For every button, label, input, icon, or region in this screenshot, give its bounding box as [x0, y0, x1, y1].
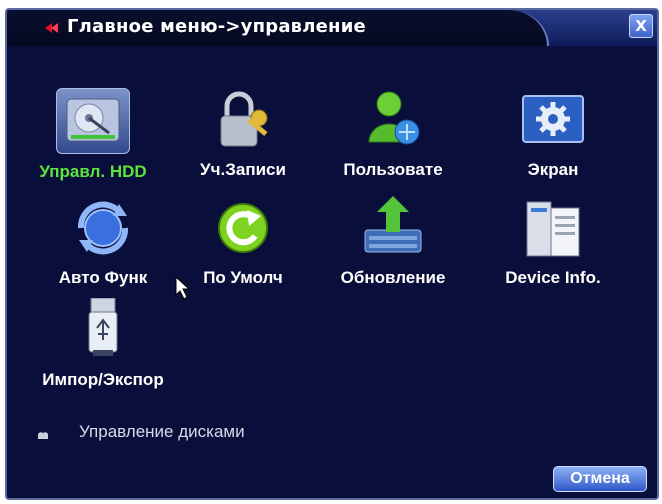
tile-label: Экран — [527, 160, 579, 179]
tile-hdd-management[interactable]: Управл. HDD — [28, 88, 158, 182]
tile-label: Управл. HDD — [39, 162, 147, 181]
tile-default[interactable]: По Умолч — [178, 196, 308, 288]
status-description: Управление дисками — [79, 422, 245, 441]
window-title: Главное меню->управление — [67, 16, 366, 37]
usb-icon — [67, 297, 139, 362]
close-button[interactable]: X — [629, 14, 653, 38]
tile-auto-maintain[interactable]: Авто Функ — [38, 196, 168, 288]
tile-screen[interactable]: Экран — [488, 88, 618, 180]
status-bullet-icon — [38, 432, 48, 439]
upgrade-icon — [357, 196, 429, 260]
tile-device-info[interactable]: Device Info. — [488, 196, 618, 288]
tile-label: Обновление — [340, 268, 446, 287]
tile-upgrade[interactable]: Обновление — [328, 196, 458, 288]
title-bar: Главное меню->управление X — [7, 10, 657, 46]
tile-label: Пользовате — [343, 160, 443, 179]
tile-label: По Умолч — [203, 268, 283, 287]
lock-key-icon — [207, 88, 279, 152]
management-menu-window: Главное меню->управление X Управл. HDD У… — [5, 8, 659, 500]
cancel-button[interactable]: Отмена — [553, 466, 647, 492]
tile-records[interactable]: Уч.Записи — [178, 88, 308, 180]
restore-default-icon — [207, 196, 279, 260]
tile-users[interactable]: Пользовате — [328, 88, 458, 180]
menu-body: Управл. HDD Уч.Записи Пользовате Экран А… — [7, 46, 657, 498]
gear-screen-icon — [517, 88, 589, 152]
auto-maintain-icon — [67, 196, 139, 260]
menu-arrow-icon — [45, 23, 58, 33]
mouse-cursor-icon — [175, 276, 191, 300]
tile-label: Импор/Экспор — [42, 370, 164, 389]
hdd-icon — [56, 88, 130, 154]
tile-label: Уч.Записи — [200, 160, 286, 179]
user-icon — [357, 88, 429, 152]
tile-label: Авто Функ — [58, 268, 148, 287]
device-info-icon — [517, 196, 589, 260]
tile-label: Device Info. — [505, 268, 601, 287]
title-tab: Главное меню->управление — [7, 10, 549, 46]
tile-import-export[interactable]: Импор/Экспор — [38, 297, 168, 390]
